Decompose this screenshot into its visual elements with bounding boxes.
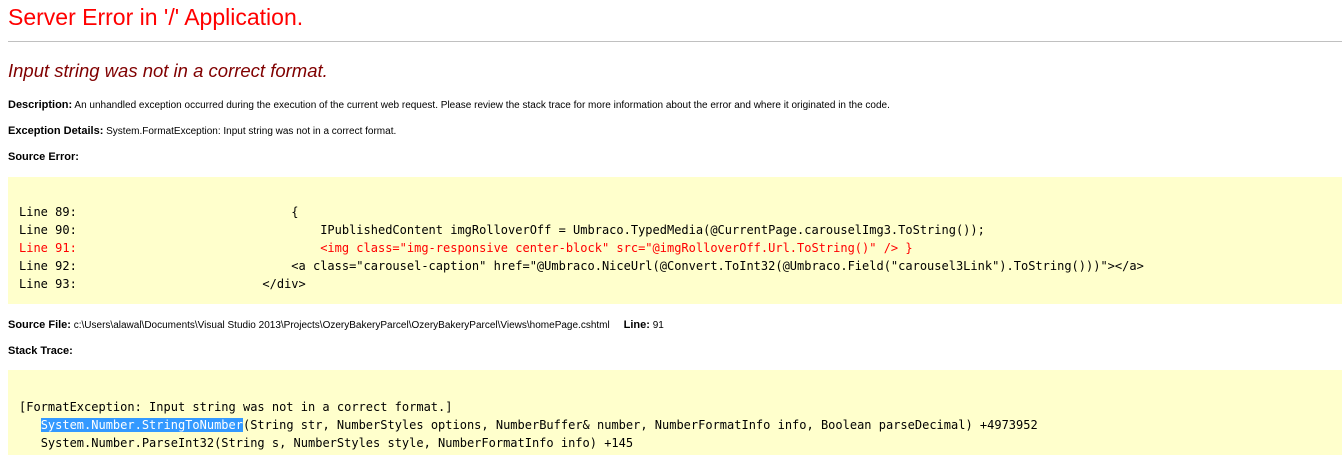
exception-details: Exception Details: System.FormatExceptio…: [8, 124, 396, 139]
exception-details-label: Exception Details:: [8, 125, 104, 137]
stack-header[interactable]: [FormatException: Input string was not i…: [19, 398, 452, 416]
line-number: Line 91:: [19, 241, 77, 255]
source-line-value: 91: [652, 320, 664, 331]
code-line[interactable]: Line 90: IPublishedContent imgRolloverOf…: [19, 221, 985, 239]
description-label: Description:: [8, 99, 73, 111]
error-message: Input string was not in a correct format…: [8, 60, 328, 81]
line-code: {: [89, 205, 299, 219]
line-code: <img class="img-responsive center-block"…: [89, 241, 913, 255]
source-file-path: c:\Users\alawal\Documents\Visual Studio …: [73, 320, 610, 331]
stack-frame[interactable]: System.Number.StringToNumber(String str,…: [19, 416, 1038, 434]
source-file-label: Source File:: [8, 319, 71, 331]
error-page: Server Error in '/' Application. Input s…: [0, 0, 1342, 455]
code-line[interactable]: Line 89: {: [19, 203, 299, 221]
line-code: <a class="carousel-caption" href="@Umbra…: [89, 259, 1144, 273]
stack-frame-text: System.Number.ParseInt32(String s, Numbe…: [40, 436, 634, 450]
line-code: IPublishedContent imgRolloverOff = Umbra…: [89, 223, 985, 237]
source-error-label: Source Error:: [8, 151, 79, 163]
selected-text[interactable]: System.Number.StringToNumber: [40, 418, 243, 432]
source-file: Source File: c:\Users\alawal\Documents\V…: [8, 318, 664, 333]
code-line[interactable]: Line 93: </div>: [19, 275, 306, 293]
page-title: Server Error in '/' Application.: [8, 4, 304, 30]
source-line-label: Line:: [623, 319, 650, 331]
exception-details-text: System.FormatException: Input string was…: [106, 126, 397, 137]
stack-trace-code[interactable]: [FormatException: Input string was not i…: [8, 370, 1342, 455]
line-number: Line 92:: [19, 259, 77, 273]
description-text: An unhandled exception occurred during t…: [74, 100, 890, 111]
line-code: </div>: [89, 277, 306, 291]
code-line-error[interactable]: Line 91: <img class="img-responsive cent…: [19, 239, 913, 257]
source-error-code[interactable]: Line 89: { Line 90: IPublishedContent im…: [8, 177, 1342, 304]
stack-header-text: [FormatException: Input string was not i…: [19, 400, 453, 414]
stack-frame-text: (String str, NumberStyles options, Numbe…: [242, 418, 1038, 432]
stack-trace-label: Stack Trace:: [8, 345, 73, 357]
stack-trace-heading: Stack Trace:: [8, 344, 73, 359]
code-line[interactable]: Line 92: <a class="carousel-caption" hre…: [19, 257, 1144, 275]
description: Description: An unhandled exception occu…: [8, 98, 890, 113]
line-number: Line 90:: [19, 223, 77, 237]
source-error-heading: Source Error:: [8, 150, 79, 165]
title-divider: [8, 41, 1342, 42]
line-number: Line 93:: [19, 277, 77, 291]
stack-frame[interactable]: System.Number.ParseInt32(String s, Numbe…: [19, 434, 633, 452]
line-number: Line 89:: [19, 205, 77, 219]
